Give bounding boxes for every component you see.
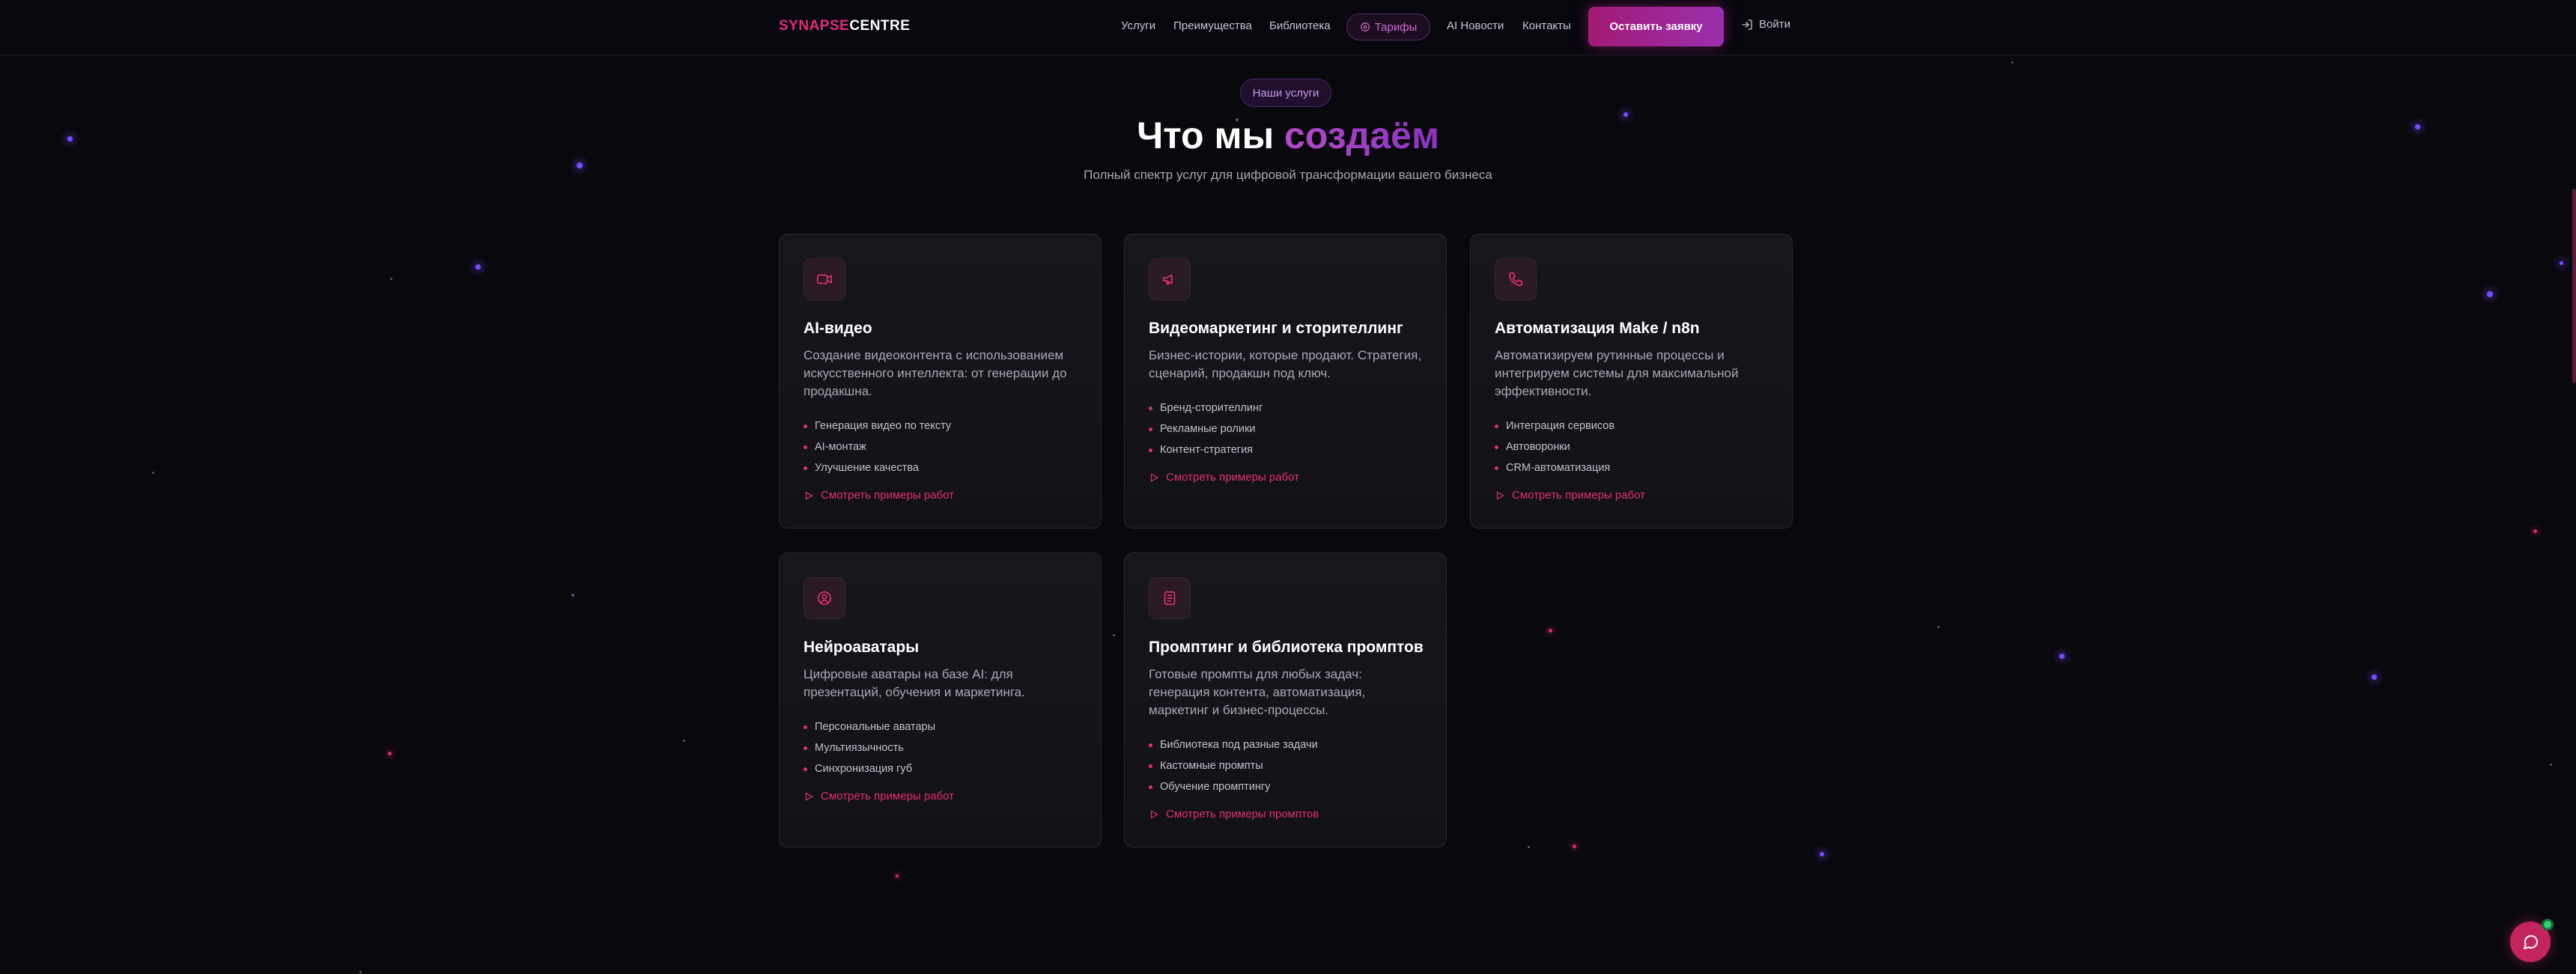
logo[interactable]: SYNAPSECENTRE — [779, 18, 910, 34]
service-title: Автоматизация Make / n8n — [1495, 320, 1700, 337]
document-icon — [1149, 577, 1191, 619]
list-item: Кастомные промпты — [1149, 755, 1318, 776]
service-card-prompting: Промптинг и библиотека промптов Готовые … — [1124, 553, 1447, 847]
service-description: Готовые промпты для любых задач: генерац… — [1149, 667, 1366, 717]
logo-part-synapse: SYNAPSE — [779, 18, 850, 34]
section-badge: Наши услуги — [1240, 79, 1331, 107]
list-item: Бренд-сторителлинг — [1149, 398, 1263, 418]
logo-part-centre: CENTRE — [849, 18, 911, 34]
service-card-ai-video: AI-видео Создание видеоконтента с исполь… — [779, 234, 1102, 529]
list-item: Персональные аватары — [804, 716, 935, 737]
service-description: Создание видеоконтента с использованием … — [804, 348, 1067, 398]
service-card-neuroavatars: Нейроаватары Цифровые аватары на базе AI… — [779, 553, 1102, 847]
nav-contacts[interactable]: Контакты — [1522, 19, 1571, 32]
login-icon — [1742, 19, 1752, 30]
link-label: Смотреть примеры промптов — [1166, 808, 1319, 821]
nav-ai-news[interactable]: AI Новости — [1447, 19, 1504, 32]
feature-list: Интеграция сервисов Автоворонки CRM-авто… — [1495, 416, 1614, 478]
nav-tariffs[interactable]: Тарифы — [1346, 13, 1430, 40]
phone-icon — [1495, 258, 1537, 300]
play-icon — [1496, 490, 1504, 500]
view-prompts-link[interactable]: Смотреть примеры промптов — [1149, 808, 1319, 821]
list-item: Библиотека под разные задачи — [1149, 734, 1318, 755]
play-icon — [1150, 472, 1158, 482]
chat-button[interactable] — [2510, 919, 2554, 962]
service-description: Бизнес-истории, которые продают. Стратег… — [1149, 348, 1422, 380]
list-item: CRM-автоматизация — [1495, 457, 1614, 478]
feature-list: Бренд-сторителлинг Рекламные ролики Конт… — [1149, 398, 1263, 460]
list-item: Синхронизация губ — [804, 758, 935, 779]
list-item: Генерация видео по тексту — [804, 416, 951, 436]
play-icon — [805, 791, 813, 801]
scroll-indicator[interactable] — [2572, 189, 2576, 383]
list-item: Интеграция сервисов — [1495, 416, 1614, 436]
site-header: SYNAPSECENTRE Услуги Преимущества Библио… — [0, 0, 2576, 55]
feature-list: Персональные аватары Мультиязычность Син… — [804, 716, 935, 779]
list-item: Мультиязычность — [804, 737, 935, 758]
view-examples-link[interactable]: Смотреть примеры работ — [804, 489, 954, 502]
list-item: Автоворонки — [1495, 436, 1614, 457]
service-title: Нейроаватары — [804, 639, 920, 656]
service-description: Цифровые аватары на базе AI: для презент… — [804, 667, 1025, 699]
megaphone-icon — [1149, 258, 1191, 300]
list-item: Улучшение качества — [804, 457, 951, 478]
login-button[interactable]: Войти — [1741, 18, 1790, 31]
service-title: AI-видео — [804, 320, 872, 337]
nav-tariffs-label: Тарифы — [1374, 20, 1418, 34]
service-card-videomarketing: Видеомаркетинг и сторителлинг Бизнес-ист… — [1124, 234, 1447, 529]
feature-list: Библиотека под разные задачи Кастомные п… — [1149, 734, 1318, 797]
nav-services[interactable]: Услуги — [1121, 19, 1155, 32]
play-icon — [1150, 809, 1158, 819]
nav-library[interactable]: Библиотека — [1269, 19, 1331, 32]
nav-advantages[interactable]: Преимущества — [1173, 19, 1252, 32]
service-title: Видеомаркетинг и сторителлинг — [1149, 320, 1403, 337]
view-examples-link[interactable]: Смотреть примеры работ — [804, 790, 954, 803]
link-label: Смотреть примеры работ — [821, 790, 955, 803]
view-examples-link[interactable]: Смотреть примеры работ — [1149, 471, 1299, 484]
list-item: AI-монтаж — [804, 436, 951, 457]
list-item: Контент-стратегия — [1149, 439, 1263, 460]
service-card-automation: Автоматизация Make / n8n Автоматизируем … — [1470, 234, 1793, 529]
section-subtitle: Полный спектр услуг для цифровой трансфо… — [1084, 168, 1492, 182]
title-plain: Что мы — [1137, 115, 1285, 156]
service-description: Автоматизируем рутинные процессы и интег… — [1495, 348, 1739, 398]
request-button[interactable]: Оставить заявку — [1588, 7, 1724, 46]
link-label: Смотреть примеры работ — [821, 489, 955, 502]
login-label: Войти — [1759, 18, 1790, 31]
list-item: Обучение промптингу — [1149, 776, 1318, 797]
service-title: Промптинг и библиотека промптов — [1149, 639, 1424, 656]
tariff-tag-icon — [1360, 22, 1370, 31]
link-label: Смотреть примеры работ — [1512, 489, 1646, 502]
feature-list: Генерация видео по тексту AI-монтаж Улуч… — [804, 416, 951, 478]
play-icon — [805, 490, 813, 500]
user-circle-icon — [804, 577, 845, 619]
chat-bubble-icon — [2524, 935, 2538, 949]
title-accent: создаём — [1284, 115, 1439, 156]
section-title: Что мы создаём — [0, 114, 2576, 157]
list-item: Рекламные ролики — [1149, 418, 1263, 439]
link-label: Смотреть примеры работ — [1166, 471, 1300, 484]
online-status-indicator — [2542, 919, 2554, 931]
view-examples-link[interactable]: Смотреть примеры работ — [1495, 489, 1645, 502]
video-icon — [804, 258, 845, 300]
